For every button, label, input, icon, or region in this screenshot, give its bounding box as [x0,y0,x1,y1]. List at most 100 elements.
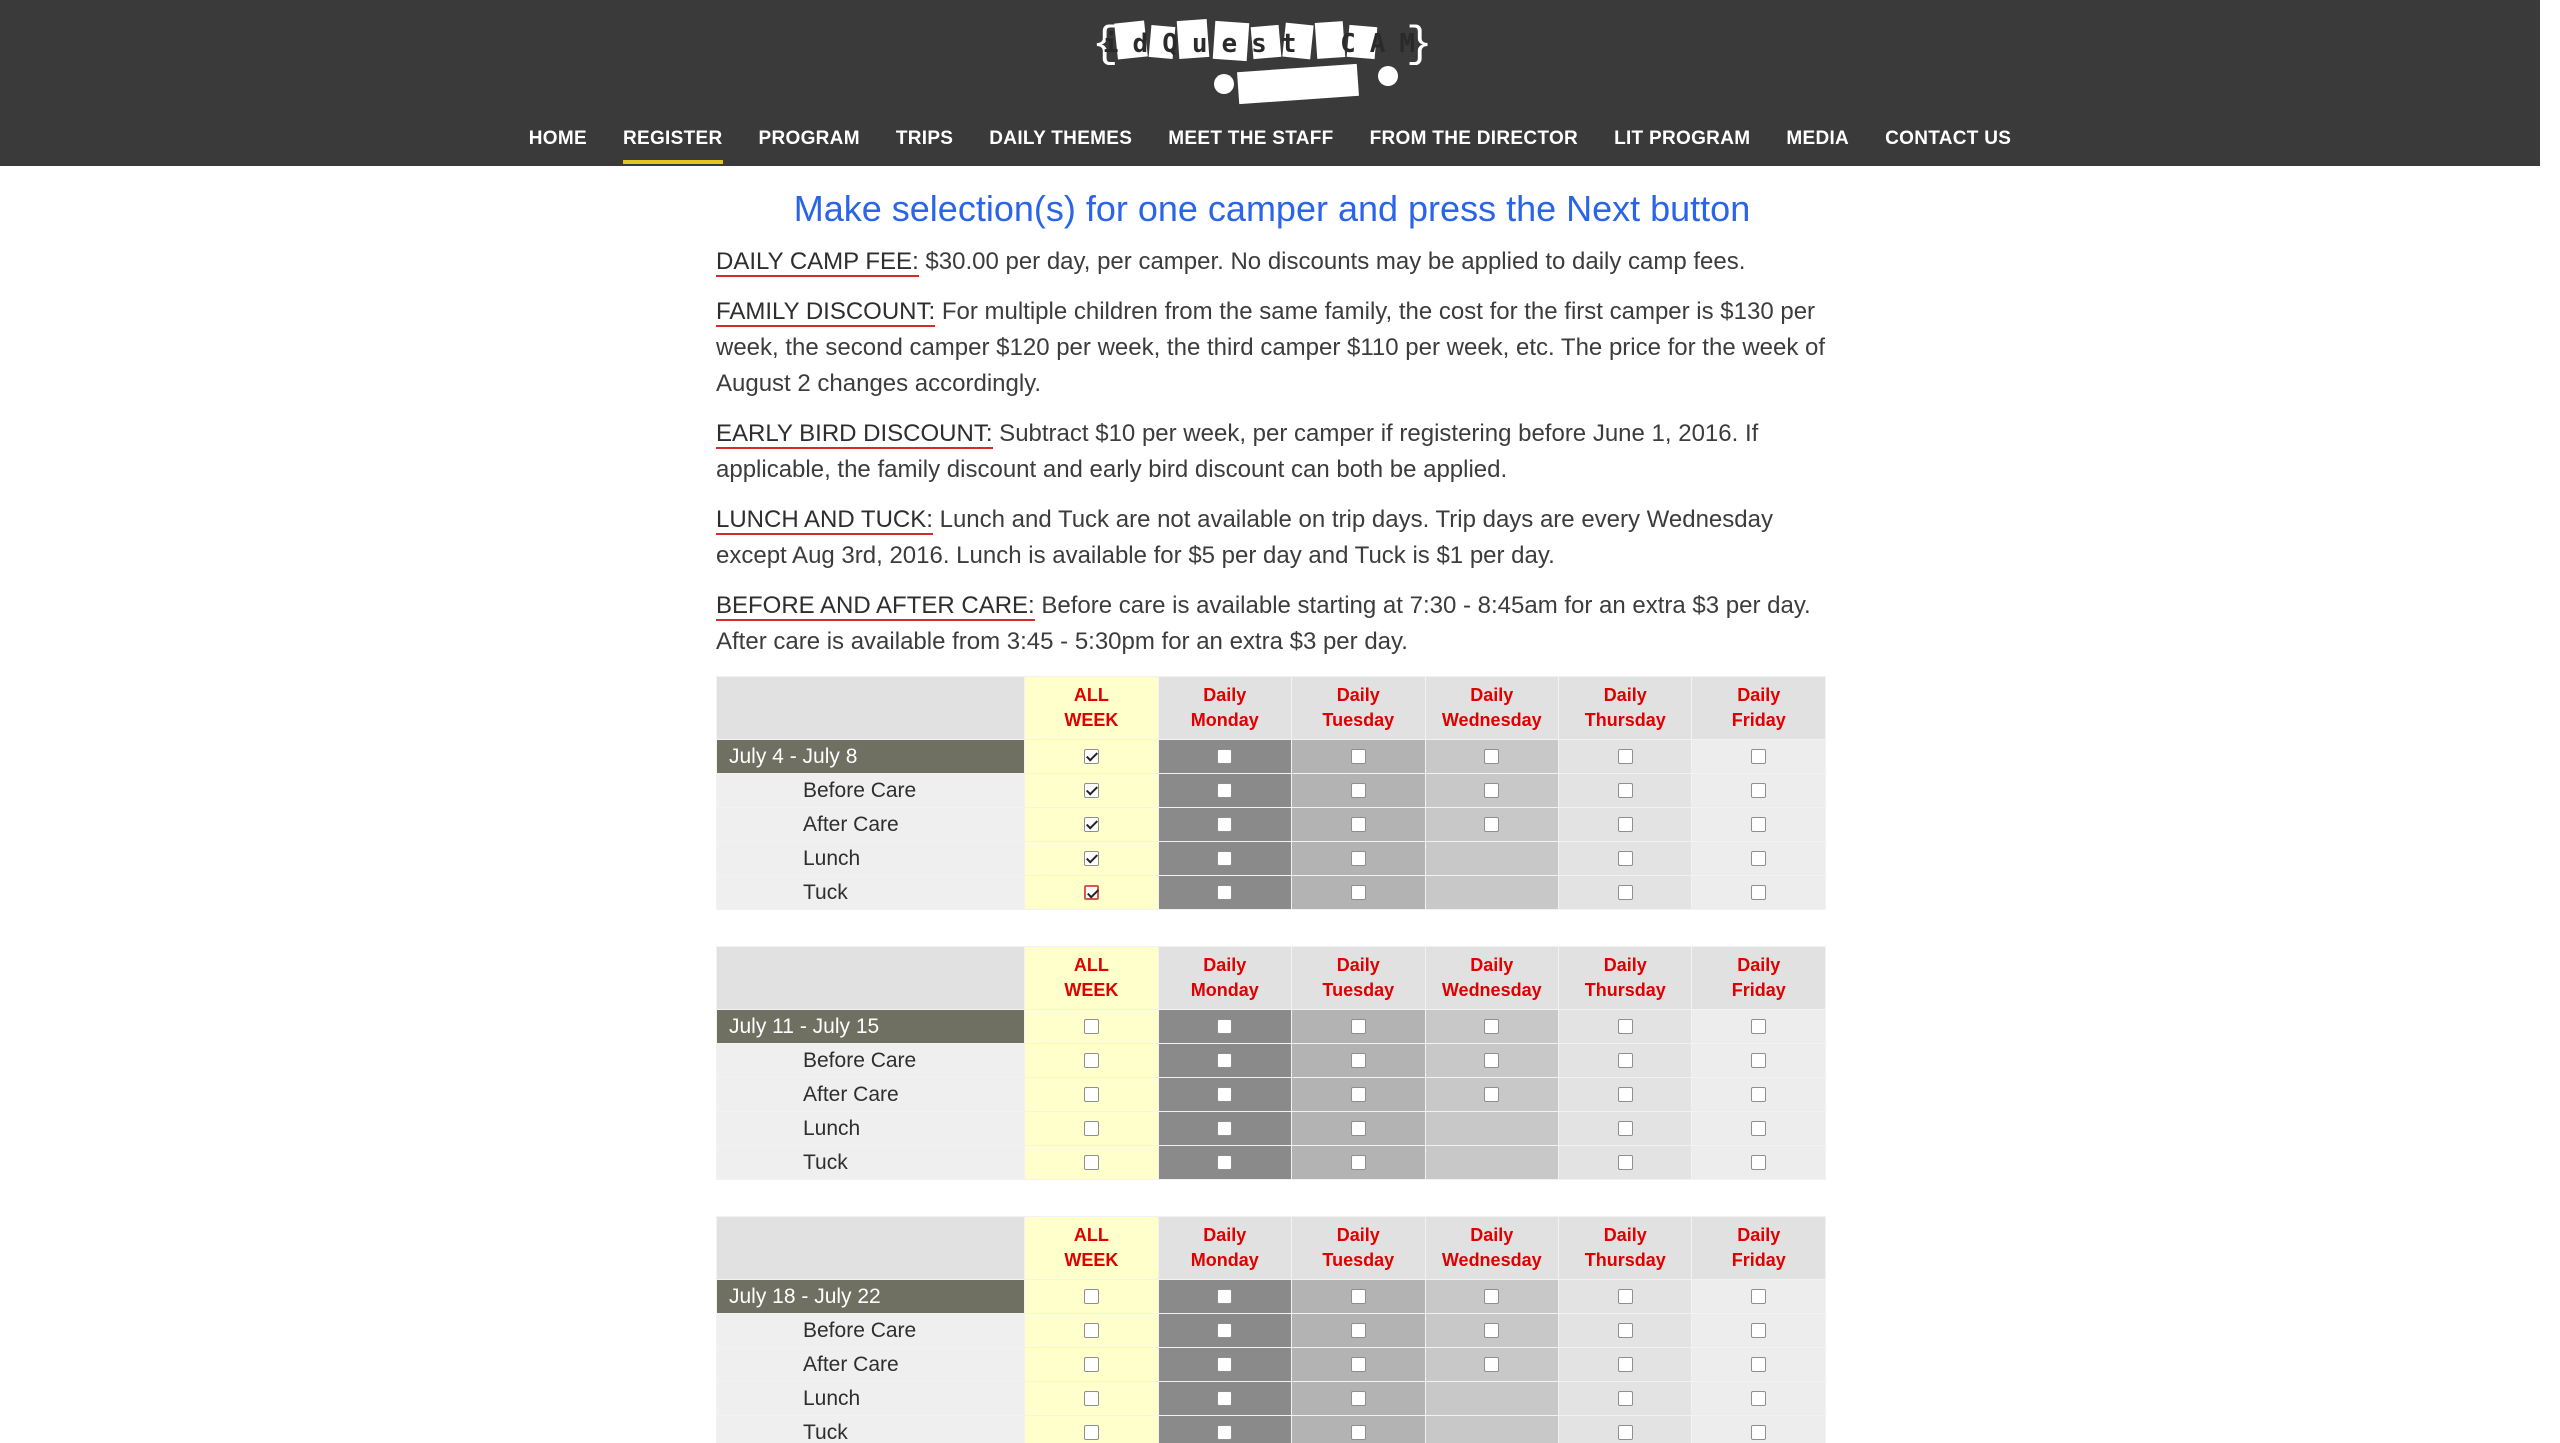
checkbox-tuesday[interactable] [1350,850,1366,866]
checkbox-monday[interactable] [1217,1154,1233,1170]
nav-program[interactable]: PROGRAM [759,118,860,166]
checkbox-tuesday[interactable] [1350,816,1366,832]
checkbox-tuesday[interactable] [1350,1120,1366,1136]
checkbox-thursday[interactable] [1617,850,1633,866]
checkbox-wednesday[interactable] [1484,1356,1500,1372]
checkbox-friday[interactable] [1751,1390,1767,1406]
checkbox-all-week[interactable] [1083,1288,1099,1304]
checkbox-monday[interactable] [1217,1322,1233,1338]
checkbox-thursday[interactable] [1617,1288,1633,1304]
checkbox-friday[interactable] [1751,1356,1767,1372]
checkbox-wednesday[interactable] [1484,1322,1500,1338]
nav-from-the-director[interactable]: FROM THE DIRECTOR [1370,118,1578,166]
checkbox-friday[interactable] [1751,1288,1767,1304]
checkbox-tuesday[interactable] [1350,1390,1366,1406]
checkbox-thursday[interactable] [1617,816,1633,832]
checkbox-thursday[interactable] [1617,1424,1633,1440]
checkbox-thursday[interactable] [1617,1322,1633,1338]
checkbox-monday[interactable] [1217,1018,1233,1034]
checkbox-thursday[interactable] [1617,1052,1633,1068]
checkbox-all-week[interactable] [1083,782,1099,798]
checkbox-friday[interactable] [1751,1424,1767,1440]
checkbox-all-week[interactable] [1083,1154,1099,1170]
checkbox-wednesday[interactable] [1484,1052,1500,1068]
checkbox-tuesday[interactable] [1350,1322,1366,1338]
checkbox-monday[interactable] [1217,1356,1233,1372]
checkbox-all-week[interactable] [1083,884,1099,900]
checkbox-friday[interactable] [1751,1154,1767,1170]
checkbox-wednesday[interactable] [1484,1086,1500,1102]
option-label: After Care [715,1077,1026,1112]
checkbox-tuesday[interactable] [1350,748,1366,764]
checkbox-tuesday[interactable] [1350,1052,1366,1068]
checkbox-tuesday[interactable] [1350,1154,1366,1170]
checkbox-friday[interactable] [1751,1086,1767,1102]
checkbox-tuesday[interactable] [1350,1018,1366,1034]
nav-media[interactable]: MEDIA [1786,118,1849,166]
checkbox-wednesday[interactable] [1484,748,1500,764]
kidquest-camp-logo[interactable]: { KidQuest CAMP } [1088,12,1430,108]
nav-home[interactable]: HOME [529,118,587,166]
checkbox-monday[interactable] [1217,1120,1233,1136]
checkbox-monday[interactable] [1217,1052,1233,1068]
nav-meet-the-staff[interactable]: MEET THE STAFF [1168,118,1333,166]
checkbox-thursday[interactable] [1617,884,1633,900]
nav-lit-program[interactable]: LIT PROGRAM [1614,118,1750,166]
checkbox-all-week[interactable] [1083,1356,1099,1372]
checkbox-all-week[interactable] [1083,748,1099,764]
checkbox-tuesday[interactable] [1350,1356,1366,1372]
checkbox-wednesday[interactable] [1484,816,1500,832]
nav-trips[interactable]: TRIPS [896,118,953,166]
checkbox-thursday[interactable] [1617,1086,1633,1102]
checkbox-thursday[interactable] [1617,1356,1633,1372]
checkbox-thursday[interactable] [1617,1154,1633,1170]
checkbox-all-week[interactable] [1083,1052,1099,1068]
nav-register[interactable]: REGISTER [622,118,723,166]
checkbox-all-week[interactable] [1083,1424,1099,1440]
checkbox-monday[interactable] [1217,1288,1233,1304]
checkbox-friday[interactable] [1751,1052,1767,1068]
checkbox-thursday[interactable] [1617,748,1633,764]
checkbox-tuesday[interactable] [1350,1424,1366,1440]
checkbox-wednesday[interactable] [1484,782,1500,798]
checkbox-wednesday[interactable] [1484,1018,1500,1034]
checkbox-tuesday[interactable] [1350,884,1366,900]
checkbox-all-week[interactable] [1083,1086,1099,1102]
checkbox-tuesday[interactable] [1350,1086,1366,1102]
checkbox-monday[interactable] [1217,1424,1233,1440]
main-nav: HOME REGISTER PROGRAM TRIPS DAILY THEMES… [0,118,2540,166]
checkbox-monday[interactable] [1217,884,1233,900]
checkbox-friday[interactable] [1751,1120,1767,1136]
checkbox-monday[interactable] [1217,1086,1233,1102]
checkbox-monday[interactable] [1217,1390,1233,1406]
checkbox-all-week[interactable] [1083,1322,1099,1338]
checkbox-all-week[interactable] [1083,850,1099,866]
checkbox-tuesday[interactable] [1350,782,1366,798]
checkbox-thursday[interactable] [1617,1120,1633,1136]
checkbox-friday[interactable] [1751,1018,1767,1034]
checkbox-friday[interactable] [1751,1322,1767,1338]
checkbox-all-week[interactable] [1083,816,1099,832]
nav-daily-themes[interactable]: DAILY THEMES [989,118,1132,166]
column-header-line: WEEK [1064,1250,1119,1270]
column-header-line: Daily [1336,685,1380,705]
checkbox-all-week[interactable] [1083,1018,1099,1034]
checkbox-thursday[interactable] [1617,782,1633,798]
checkbox-friday[interactable] [1751,850,1767,866]
checkbox-monday[interactable] [1217,816,1233,832]
checkbox-monday[interactable] [1217,782,1233,798]
checkbox-all-week[interactable] [1083,1390,1099,1406]
checkbox-monday[interactable] [1217,748,1233,764]
checkbox-wednesday[interactable] [1484,1288,1500,1304]
checkbox-all-week[interactable] [1083,1120,1099,1136]
checkbox-monday[interactable] [1217,850,1233,866]
checkbox-friday[interactable] [1751,884,1767,900]
nav-contact-us[interactable]: CONTACT US [1885,118,2011,166]
cell-tuesday [1291,773,1426,808]
checkbox-friday[interactable] [1751,782,1767,798]
checkbox-friday[interactable] [1751,816,1767,832]
checkbox-tuesday[interactable] [1350,1288,1366,1304]
checkbox-friday[interactable] [1751,748,1767,764]
checkbox-thursday[interactable] [1617,1018,1633,1034]
checkbox-thursday[interactable] [1617,1390,1633,1406]
